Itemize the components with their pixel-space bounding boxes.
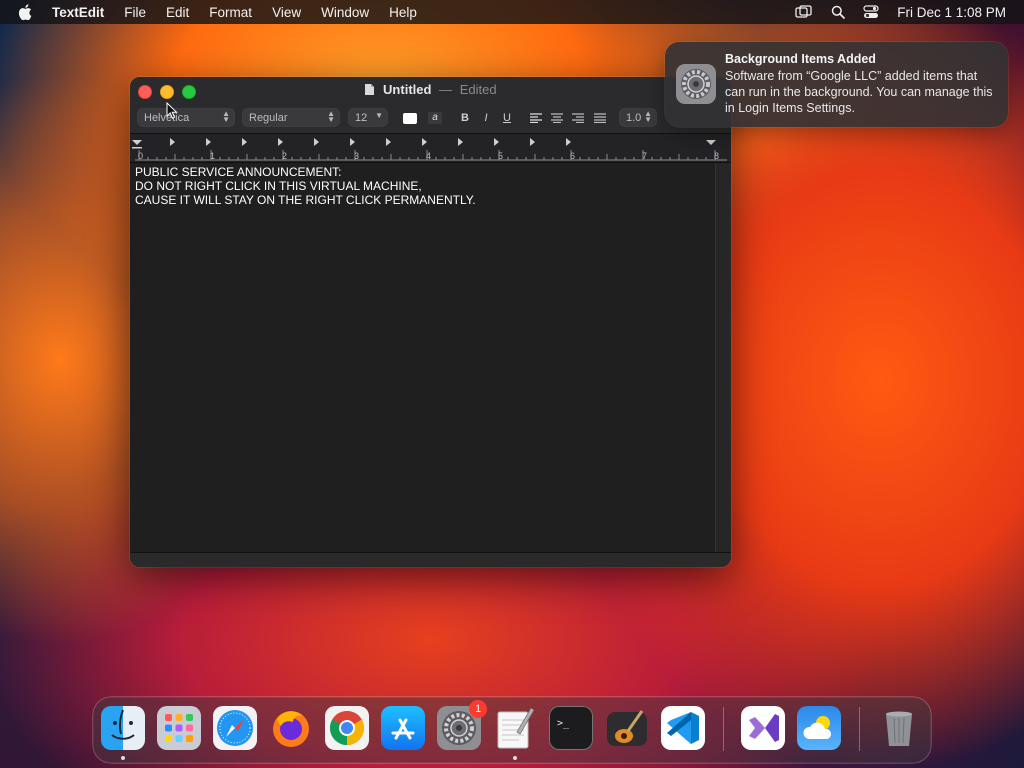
visual-studio-icon[interactable] [741, 706, 785, 750]
window-title: Untitled — Edited [130, 82, 731, 99]
document-name: Untitled [383, 82, 432, 97]
notification-badge: 1 [469, 700, 487, 718]
safari-icon[interactable] [213, 706, 257, 750]
font-style-value: Regular [249, 111, 288, 124]
text-color-well[interactable] [402, 110, 418, 126]
align-left-button[interactable] [528, 110, 544, 126]
menu-bar: TextEdit File Edit Format View Window He… [0, 0, 1024, 24]
title-bar[interactable]: Untitled — Edited Helvetica ▲ ▼ Regular ▲… [130, 77, 731, 134]
document-line: PUBLIC SERVICE ANNOUNCEMENT: [135, 165, 342, 179]
highlight-a-icon: a [428, 112, 442, 124]
menu-app-name[interactable]: TextEdit [52, 5, 104, 20]
apple-menu-icon[interactable] [18, 4, 36, 20]
format-toolbar: Helvetica ▲ ▼ Regular ▲ ▼ 12 ▼ a B I U 1… [130, 108, 731, 130]
right-indent-marker [706, 140, 716, 145]
finder-icon[interactable] [101, 706, 145, 750]
menu-window[interactable]: Window [321, 5, 369, 20]
firefox-icon[interactable] [269, 706, 313, 750]
trash-icon[interactable] [877, 706, 921, 750]
background-items-notification[interactable]: Background Items Added Software from “Go… [665, 42, 1008, 127]
select-arrows-icon: ▲ ▼ [644, 109, 652, 124]
document-icon[interactable] [364, 83, 375, 99]
ruler-number: 1 [210, 151, 216, 161]
dock-separator [859, 707, 860, 751]
menu-format[interactable]: Format [209, 5, 252, 20]
ruler-number: 4 [426, 151, 432, 161]
menu-view[interactable]: View [272, 5, 301, 20]
text-color-swatch [403, 112, 417, 124]
vscode-icon[interactable] [661, 706, 705, 750]
select-arrows-icon: ▲ ▼ [327, 109, 335, 124]
terminal-icon[interactable]: >_ [549, 706, 593, 750]
menu-edit[interactable]: Edit [166, 5, 189, 20]
dock: 1 >_ [93, 697, 931, 763]
align-center-button[interactable] [549, 110, 565, 126]
spotlight-search-icon[interactable] [831, 5, 846, 19]
chevron-down-icon: ▼ [375, 111, 383, 120]
ruler[interactable]: 0 1 2 3 4 5 6 7 8 [130, 134, 731, 163]
window-bottom-bar [130, 552, 731, 567]
screen-mirroring-icon[interactable] [795, 5, 813, 19]
italic-button[interactable]: I [478, 110, 494, 126]
mouse-cursor-icon [166, 102, 178, 119]
ruler-number: 6 [570, 151, 576, 161]
font-size-value: 12 [355, 111, 368, 124]
app-store-icon[interactable] [381, 706, 425, 750]
system-settings-gear-icon [676, 64, 716, 104]
first-line-indent-marker [132, 140, 142, 145]
svg-text:>_: >_ [557, 718, 570, 729]
running-indicator [513, 756, 517, 760]
menu-clock[interactable]: Fri Dec 1 1:08 PM [897, 5, 1006, 20]
ruler-number: 5 [498, 151, 504, 161]
notification-title: Background Items Added [725, 52, 876, 66]
align-right-button[interactable] [570, 110, 586, 126]
line-spacing-value: 1.0 [626, 111, 642, 124]
garageband-icon[interactable] [605, 706, 649, 750]
font-style-select[interactable]: Regular ▲ ▼ [243, 109, 339, 126]
bold-button[interactable]: B [457, 110, 473, 126]
running-indicator [121, 756, 125, 760]
font-family-select[interactable]: Helvetica ▲ ▼ [138, 109, 234, 126]
document-line: DO NOT RIGHT CLICK IN THIS VIRTUAL MACHI… [135, 179, 422, 193]
menu-help[interactable]: Help [389, 5, 417, 20]
vertical-scrollbar[interactable] [715, 163, 731, 553]
ruler-number: 2 [282, 151, 288, 161]
highlight-color-button[interactable]: a [427, 110, 443, 126]
underline-button[interactable]: U [499, 110, 515, 126]
launchpad-icon[interactable] [157, 706, 201, 750]
control-center-icon[interactable] [863, 5, 879, 19]
chrome-icon[interactable] [325, 706, 369, 750]
document-line: CAUSE IT WILL STAY ON THE RIGHT CLICK PE… [135, 193, 476, 207]
align-left-icon [530, 113, 542, 123]
edited-status: Edited [459, 82, 497, 97]
ruler-number: 0 [138, 151, 144, 161]
align-center-icon [551, 113, 563, 123]
textedit-window: Untitled — Edited Helvetica ▲ ▼ Regular ▲… [130, 77, 731, 567]
font-size-select[interactable]: 12 ▼ [349, 109, 387, 126]
align-right-icon [572, 113, 584, 123]
textedit-icon[interactable] [493, 706, 537, 750]
notification-body: Software from “Google LLC” added items t… [725, 69, 993, 115]
select-arrows-icon: ▲ ▼ [222, 109, 230, 124]
ruler-number: 7 [642, 151, 648, 161]
document-text-area[interactable]: PUBLIC SERVICE ANNOUNCEMENT: DO NOT RIGH… [130, 163, 716, 553]
justify-button[interactable] [592, 110, 608, 126]
ruler-number: 8 [714, 151, 720, 161]
title-separator: — [439, 82, 453, 97]
menu-file[interactable]: File [124, 5, 146, 20]
dock-separator [723, 707, 724, 751]
justify-icon [594, 113, 606, 123]
ruler-number: 3 [354, 151, 360, 161]
weather-icon[interactable] [797, 706, 841, 750]
left-indent-marker [132, 147, 142, 149]
line-spacing-select[interactable]: 1.0 ▲ ▼ [620, 109, 656, 126]
